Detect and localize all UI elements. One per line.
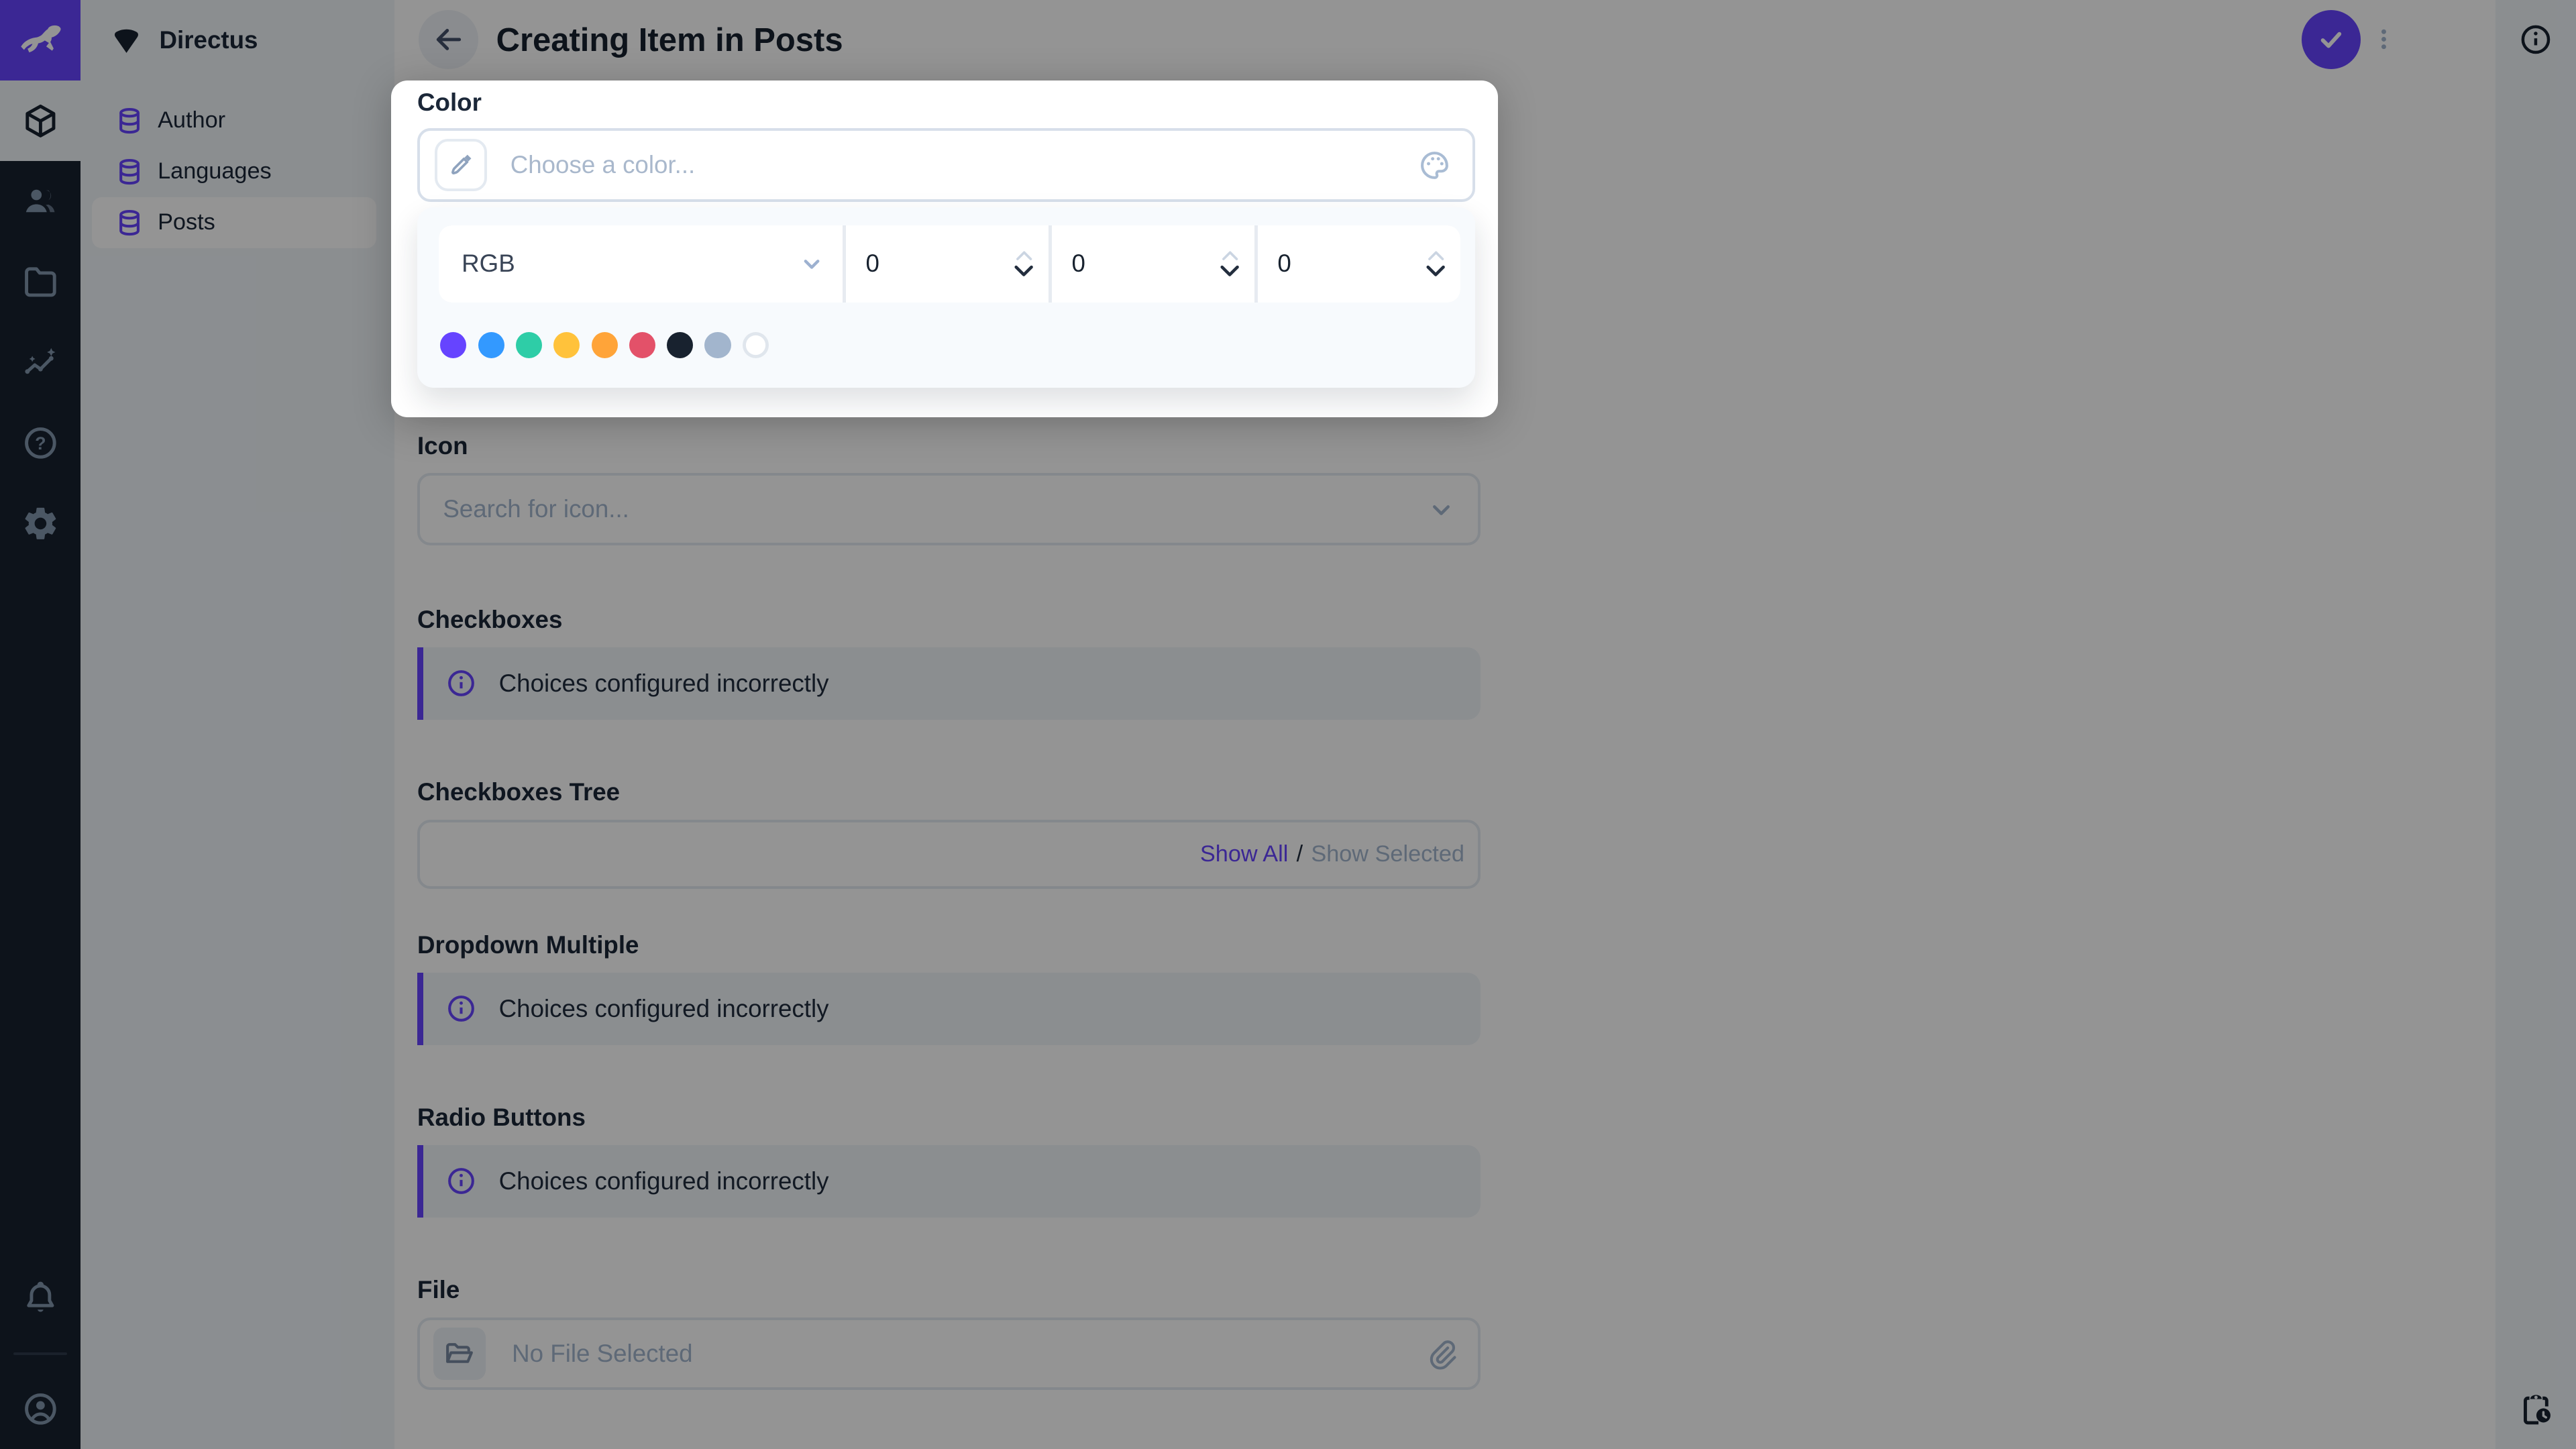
palette-icon bbox=[1421, 151, 1449, 179]
color-picker-menu: RGB bbox=[417, 207, 1476, 388]
swatch-black[interactable] bbox=[667, 331, 694, 358]
step-down-icon[interactable] bbox=[1012, 264, 1035, 280]
swatch-gray[interactable] bbox=[704, 331, 731, 358]
step-down-icon[interactable] bbox=[1218, 264, 1241, 280]
channel-b-input[interactable] bbox=[1258, 250, 1356, 278]
channel-inputs: RGB bbox=[438, 225, 1461, 303]
swatch-row bbox=[440, 331, 769, 358]
step-up-icon[interactable] bbox=[1426, 248, 1446, 262]
color-mode-select[interactable]: RGB bbox=[438, 225, 843, 303]
channel-r-input[interactable] bbox=[846, 250, 945, 278]
channel-g-input[interactable] bbox=[1052, 250, 1151, 278]
channel-b-cell bbox=[1258, 225, 1461, 303]
swatch-green[interactable] bbox=[515, 331, 543, 358]
swatch-purple[interactable] bbox=[440, 331, 467, 358]
color-field-popup: Color RGB bbox=[390, 80, 1499, 418]
color-input[interactable] bbox=[417, 128, 1476, 203]
color-mode-value: RGB bbox=[462, 250, 515, 278]
eyedropper-icon bbox=[451, 154, 472, 175]
swatch-white[interactable] bbox=[742, 331, 769, 358]
channel-g-cell bbox=[1052, 225, 1255, 303]
color-value-input[interactable] bbox=[487, 151, 1419, 180]
swatch-orange[interactable] bbox=[591, 331, 618, 358]
chevron-down-icon bbox=[797, 249, 826, 278]
step-down-icon[interactable] bbox=[1424, 264, 1447, 280]
step-up-icon[interactable] bbox=[1220, 248, 1240, 262]
step-up-icon[interactable] bbox=[1014, 248, 1034, 262]
eyedropper-button[interactable] bbox=[435, 138, 488, 192]
color-field-label: Color bbox=[417, 89, 482, 117]
swatch-red[interactable] bbox=[629, 331, 656, 358]
swatch-yellow[interactable] bbox=[553, 331, 580, 358]
swatch-blue[interactable] bbox=[478, 331, 504, 358]
channel-r-cell bbox=[846, 225, 1049, 303]
palette-button[interactable] bbox=[1418, 149, 1451, 182]
